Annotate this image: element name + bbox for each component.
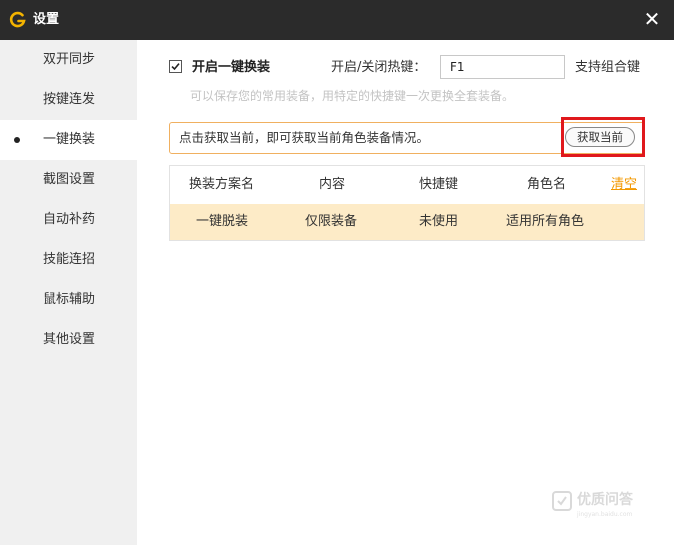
close-icon[interactable]: ✕ [642,8,662,30]
active-bullet-icon [14,137,20,143]
sidebar-item-key-repeat[interactable]: 按键连发 [0,80,137,120]
sidebar-item-label: 一键换装 [43,132,96,147]
watermark-text: 优质问答 [577,492,633,508]
combo-key-note: 支持组合键 [575,60,641,75]
checkmark-icon [171,63,180,71]
get-current-button[interactable]: 获取当前 [565,127,635,147]
sidebar-item-label: 鼠标辅助 [43,292,96,307]
column-header: 换装方案名 [189,177,255,192]
sidebar-item-auto-potion[interactable]: 自动补药 [0,200,137,240]
watermark: 优质问答 jingyan.baidu.com [552,488,652,528]
sidebar-item-other-settings[interactable]: 其他设置 [0,320,137,360]
column-header: 角色名 [527,177,567,192]
watermark-logo-icon [552,491,572,511]
feature-hint: 可以保存您的常用装备，用特定的快捷键一次更换全套装备。 [190,89,515,103]
table-cell: 适用所有角色 [506,214,585,229]
column-header: 内容 [319,177,346,192]
table-row[interactable]: 一键脱装 仅限装备 未使用 适用所有角色 [170,204,644,240]
sidebar-item-skill-combo[interactable]: 技能连招 [0,240,137,280]
sidebar-item-dual-sync[interactable]: 双开同步 [0,40,137,80]
sidebar-item-label: 双开同步 [43,52,96,67]
g-logo-icon [9,11,26,28]
clear-link[interactable]: 清空 [611,176,637,194]
notice-text: 点击获取当前，即可获取当前角色装备情况。 [179,130,430,145]
title-bar: 设置 ✕ [0,0,674,40]
sidebar-item-label: 自动补药 [43,212,96,227]
window-title: 设置 [33,12,60,27]
enable-quick-equip-checkbox[interactable] [169,60,182,73]
table-cell: 未使用 [419,214,459,229]
hotkey-input[interactable] [440,55,565,79]
enable-quick-equip-label: 开启一键换装 [192,60,271,75]
sidebar-item-label: 技能连招 [43,252,96,267]
table-header: 换装方案名 内容 快捷键 角色名 清空 [170,166,644,204]
sidebar-item-label: 其他设置 [43,332,96,347]
table-cell: 一键脱装 [196,214,249,229]
settings-sidebar: 双开同步 按键连发 一键换装 截图设置 自动补药 技能连招 鼠标辅助 其他设置 [0,40,137,545]
sidebar-item-quick-equip[interactable]: 一键换装 [0,120,137,160]
sidebar-item-label: 按键连发 [43,92,96,107]
watermark-sub: jingyan.baidu.com [577,511,633,518]
equip-scheme-table: 换装方案名 内容 快捷键 角色名 清空 一键脱装 仅限装备 未使用 适用所有角色 [169,165,645,241]
table-cell: 仅限装备 [305,214,358,229]
settings-content: 开启一键换装 开启/关闭热键： 支持组合键 可以保存您的常用装备，用特定的快捷键… [137,40,674,545]
sidebar-item-label: 截图设置 [43,172,96,187]
hotkey-label: 开启/关闭热键： [331,60,427,75]
sidebar-item-mouse-assist[interactable]: 鼠标辅助 [0,280,137,320]
column-header: 快捷键 [419,177,459,192]
sidebar-item-screenshot[interactable]: 截图设置 [0,160,137,200]
